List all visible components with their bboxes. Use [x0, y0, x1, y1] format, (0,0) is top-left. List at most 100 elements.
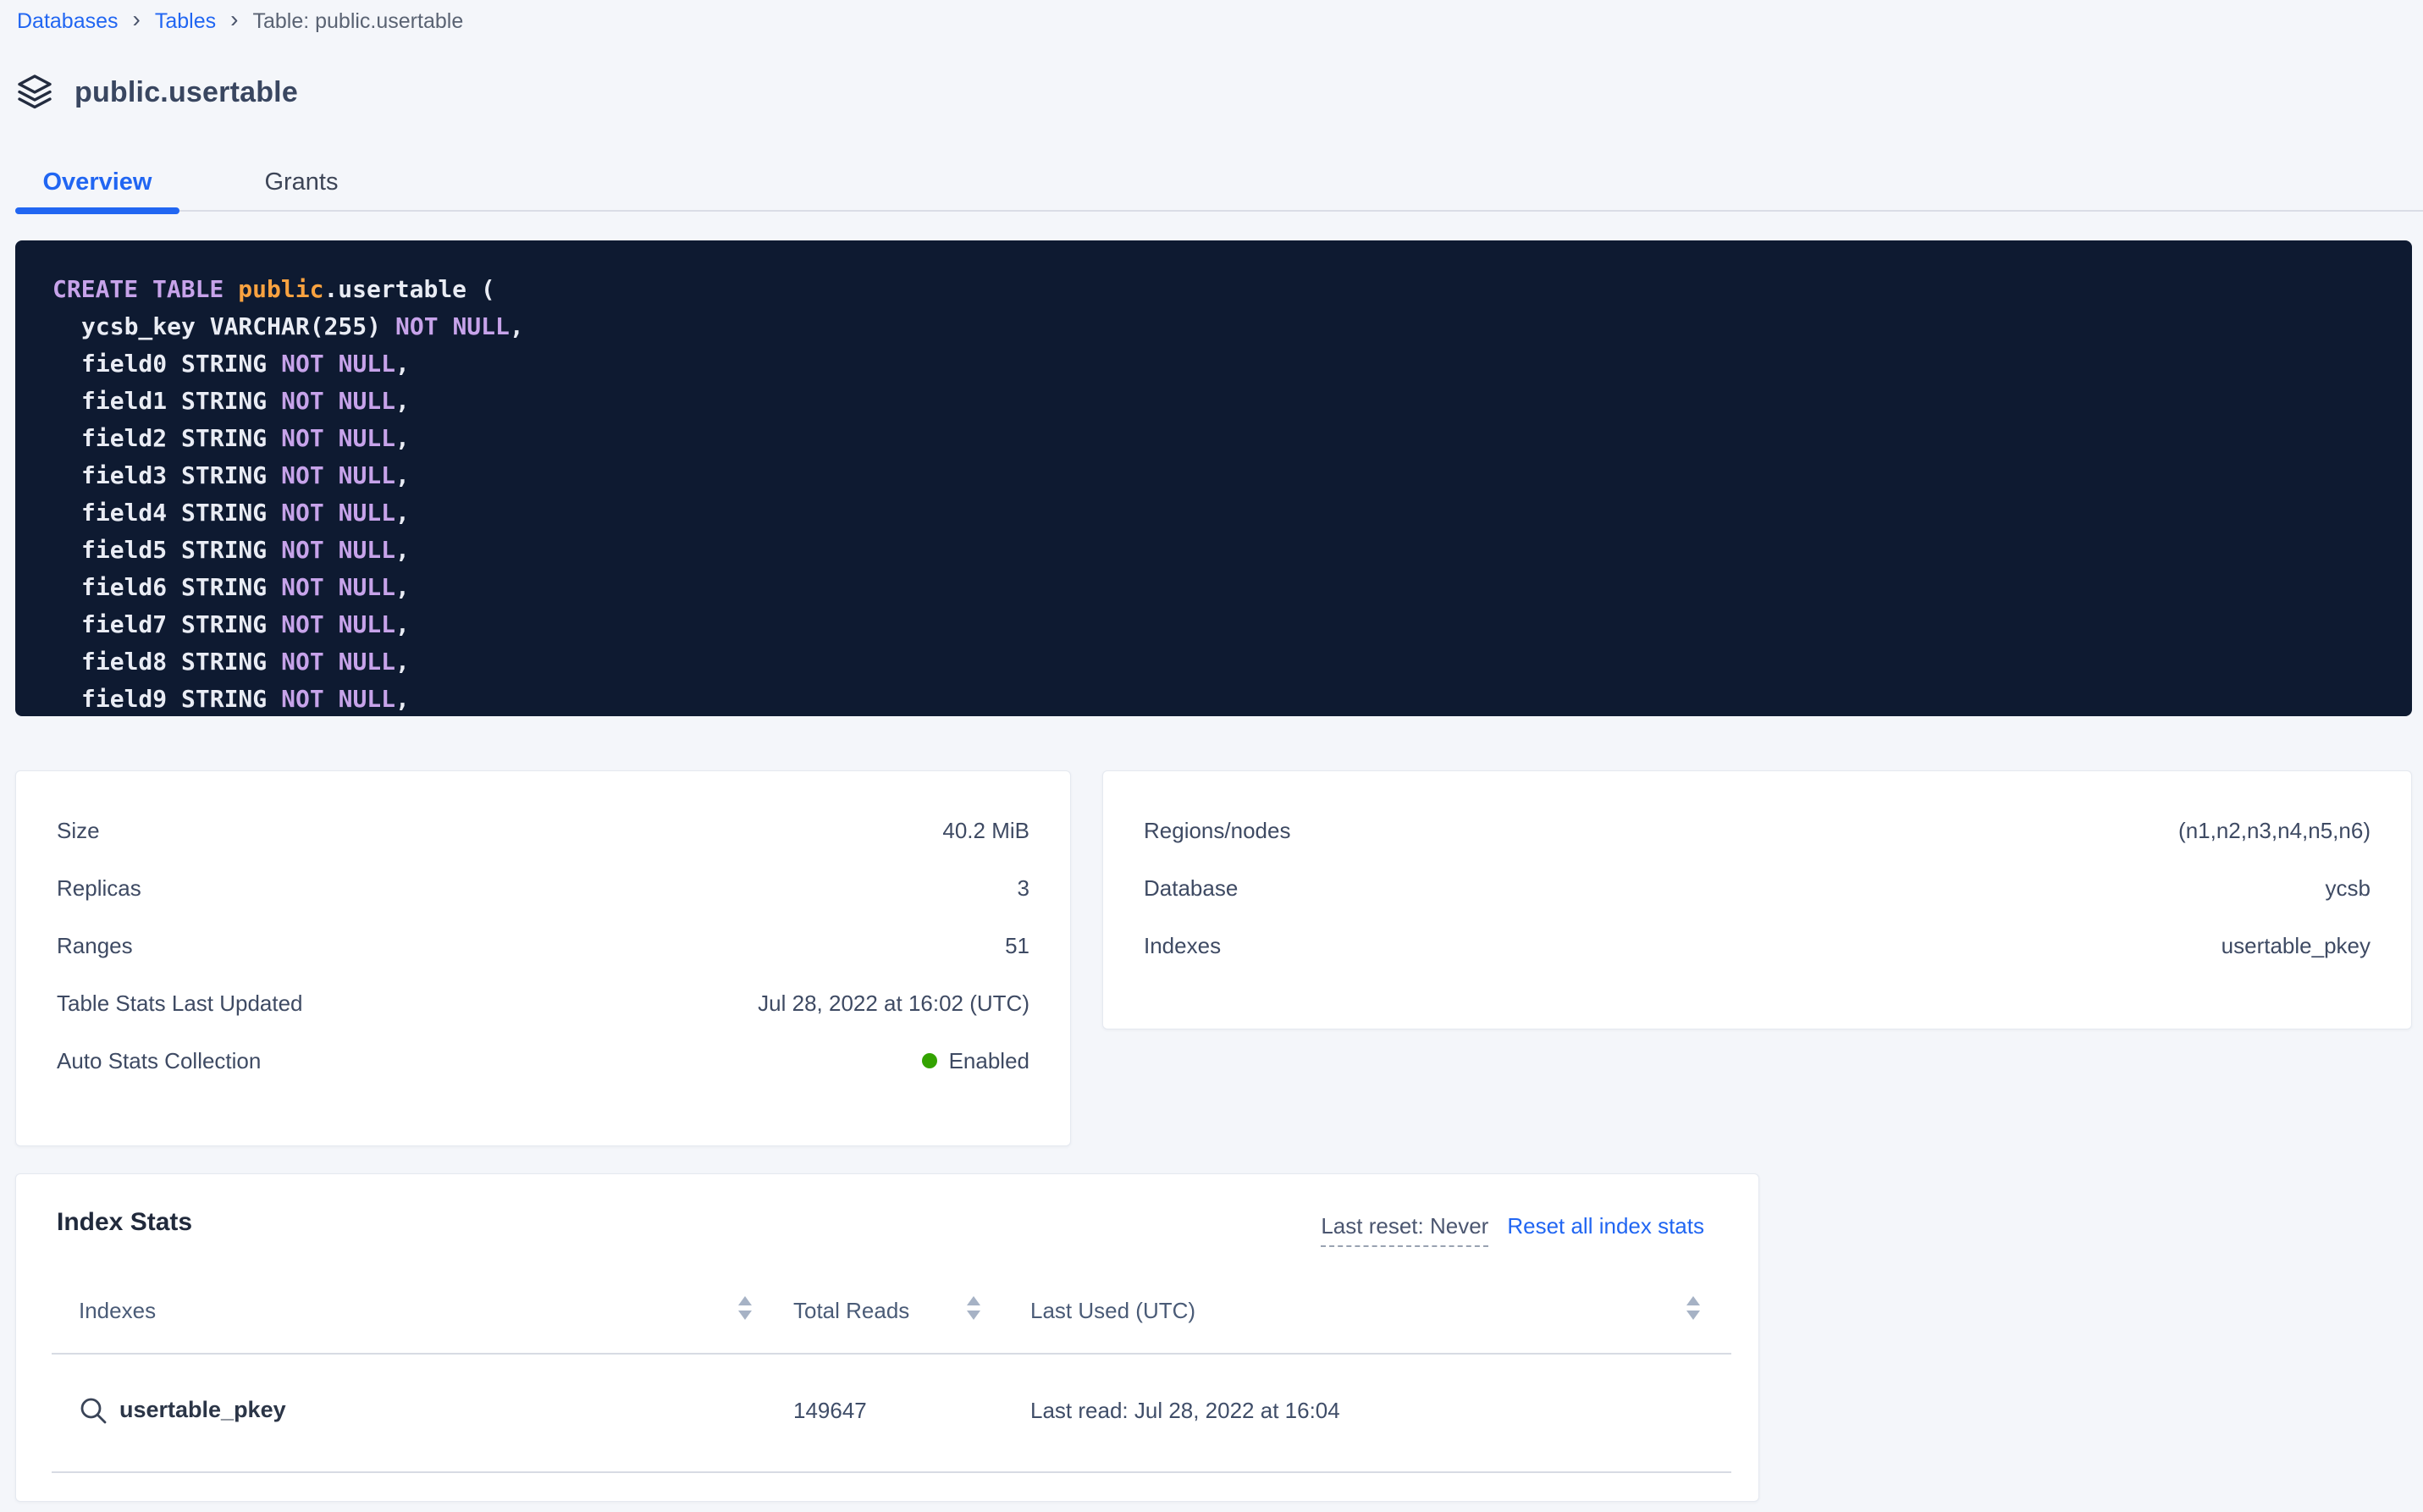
- sql-keyword: NOT NULL: [281, 499, 395, 527]
- sql-keyword: NOT NULL: [281, 461, 395, 489]
- breadcrumb-link-tables[interactable]: Tables: [155, 9, 216, 34]
- sql-keyword: CREATE TABLE: [52, 275, 224, 303]
- page-header: public.usertable: [15, 71, 298, 113]
- sql-text: .usertable (: [323, 275, 494, 303]
- status-enabled-icon: [922, 1053, 937, 1068]
- sql-line: field2 STRING NOT NULL,: [52, 420, 2378, 457]
- tab-overview[interactable]: Overview: [15, 156, 179, 208]
- sql-line: field3 STRING NOT NULL,: [52, 457, 2378, 494]
- stat-row-replicas: Replicas 3: [57, 859, 1029, 917]
- stat-row-size: Size 40.2 MiB: [57, 802, 1029, 859]
- stat-label: Regions/nodes: [1144, 818, 1290, 844]
- sql-text: ,: [395, 387, 410, 415]
- breadcrumb-link-databases[interactable]: Databases: [17, 9, 119, 34]
- sql-column-def: field3 STRING: [81, 461, 267, 489]
- stat-value: 40.2 MiB: [942, 818, 1029, 844]
- stat-row-regions: Regions/nodes (n1,n2,n3,n4,n5,n6): [1144, 802, 2371, 859]
- sql-keyword: NOT NULL: [281, 573, 395, 601]
- sql-line: field0 STRING NOT NULL,: [52, 345, 2378, 383]
- last-reset-label[interactable]: Last reset: Never: [1321, 1213, 1488, 1247]
- chevron-right-icon: ›: [133, 8, 141, 35]
- table-row-divider: [52, 1471, 1731, 1473]
- column-header-indexes[interactable]: Indexes: [79, 1298, 156, 1324]
- stat-label: Auto Stats Collection: [57, 1048, 261, 1074]
- sql-text: ,: [395, 350, 410, 378]
- sql-keyword: NOT NULL: [281, 350, 395, 378]
- reset-index-stats-link[interactable]: Reset all index stats: [1507, 1213, 1704, 1239]
- sql-column-def: field6 STRING: [81, 573, 267, 601]
- breadcrumb-current: Table: public.usertable: [252, 9, 463, 34]
- sql-column-def: field1 STRING: [81, 387, 267, 415]
- sql-keyword: NOT NULL: [281, 685, 395, 713]
- index-name: usertable_pkey: [119, 1397, 286, 1423]
- sql-text: ,: [395, 461, 410, 489]
- page-title: public.usertable: [75, 76, 298, 109]
- sql-column-def: field9 STRING: [81, 685, 267, 713]
- sql-keyword: NOT NULL: [281, 387, 395, 415]
- tab-bar: Overview Grants: [15, 156, 2423, 217]
- breadcrumb: Databases › Tables › Table: public.usert…: [17, 5, 463, 37]
- stat-label: Replicas: [57, 875, 141, 902]
- sql-keyword: NOT NULL: [281, 610, 395, 638]
- sql-column-def: field8 STRING: [81, 648, 267, 676]
- column-header-last-used[interactable]: Last Used (UTC): [1030, 1298, 1195, 1324]
- sql-text: ,: [395, 499, 410, 527]
- sql-line: CREATE TABLE public.usertable (: [52, 271, 2378, 308]
- sql-text: ,: [395, 424, 410, 452]
- sql-line: field7 STRINGNOT NULL,: [52, 606, 2378, 643]
- sql-line: field4 STRING NOT NULL,: [52, 494, 2378, 532]
- sql-text: ,: [395, 573, 410, 601]
- magnifier-icon: [79, 1396, 109, 1426]
- sql-text: ,: [395, 536, 410, 564]
- sql-line: field5 STRINGNOT NULL,: [52, 532, 2378, 569]
- sql-line: field8 STRING NOT NULL,: [52, 643, 2378, 681]
- index-last-used: Last read: Jul 28, 2022 at 16:04: [1030, 1398, 1340, 1424]
- column-header-total-reads[interactable]: Total Reads: [793, 1298, 909, 1324]
- stack-icon: [15, 73, 54, 112]
- stat-value: Enabled: [922, 1048, 1029, 1074]
- sql-line: field1 STRING NOT NULL,: [52, 383, 2378, 420]
- stat-row-indexes: Indexes usertable_pkey: [1144, 917, 2371, 974]
- stat-row-stats-updated: Table Stats Last Updated Jul 28, 2022 at…: [57, 974, 1029, 1032]
- sql-keyword: NOT NULL: [395, 312, 510, 340]
- stat-value: ycsb: [2326, 875, 2371, 902]
- table-details-card: Regions/nodes (n1,n2,n3,n4,n5,n6) Databa…: [1102, 770, 2412, 1029]
- stat-row-ranges: Ranges 51: [57, 917, 1029, 974]
- stat-label: Indexes: [1144, 933, 1221, 959]
- stat-label: Table Stats Last Updated: [57, 991, 303, 1017]
- stat-label: Ranges: [57, 933, 133, 959]
- stat-value: 3: [1018, 875, 1029, 902]
- sql-keyword: NOT NULL: [281, 424, 395, 452]
- chevron-right-icon: ›: [230, 8, 238, 35]
- stat-label: Database: [1144, 875, 1238, 902]
- index-stats-card: Index Stats Last reset: Never Reset all …: [15, 1173, 1759, 1502]
- sql-schema: public: [238, 275, 323, 303]
- table-details-page: Databases › Tables › Table: public.usert…: [0, 0, 2423, 1512]
- sql-column-def: field0 STRING: [81, 350, 267, 378]
- sort-icon[interactable]: [737, 1296, 753, 1320]
- index-total-reads: 149647: [793, 1398, 867, 1424]
- table-header-divider: [52, 1353, 1731, 1355]
- sort-icon[interactable]: [1686, 1296, 1701, 1320]
- sql-text: ,: [395, 648, 410, 676]
- stat-row-auto-stats: Auto Stats Collection Enabled: [57, 1032, 1029, 1090]
- index-stats-title: Index Stats: [57, 1208, 192, 1237]
- stat-label: Size: [57, 818, 100, 844]
- sql-line: ycsb_key VARCHAR(255)NOT NULL,: [52, 308, 2378, 345]
- tab-grants[interactable]: Grants: [264, 156, 338, 208]
- sql-keyword: NOT NULL: [281, 648, 395, 676]
- stat-value: (n1,n2,n3,n4,n5,n6): [2178, 818, 2371, 844]
- sql-column-def: ycsb_key VARCHAR(255): [81, 312, 381, 340]
- sort-icon[interactable]: [966, 1296, 981, 1320]
- table-overview-card: Size 40.2 MiB Replicas 3 Ranges 51 Table…: [15, 770, 1071, 1146]
- tab-divider: [15, 210, 2423, 212]
- index-stats-reset-area: Last reset: Never Reset all index stats: [1321, 1213, 1704, 1247]
- sql-keyword: NOT NULL: [281, 536, 395, 564]
- sql-text: ,: [395, 610, 410, 638]
- sql-line: field9 STRINGNOT NULL,: [52, 681, 2378, 716]
- sql-column-def: field2 STRING: [81, 424, 267, 452]
- sql-column-def: field4 STRING: [81, 499, 267, 527]
- stat-row-database: Database ycsb: [1144, 859, 2371, 917]
- sql-line: field6 STRING NOT NULL,: [52, 569, 2378, 606]
- status-text: Enabled: [949, 1048, 1029, 1074]
